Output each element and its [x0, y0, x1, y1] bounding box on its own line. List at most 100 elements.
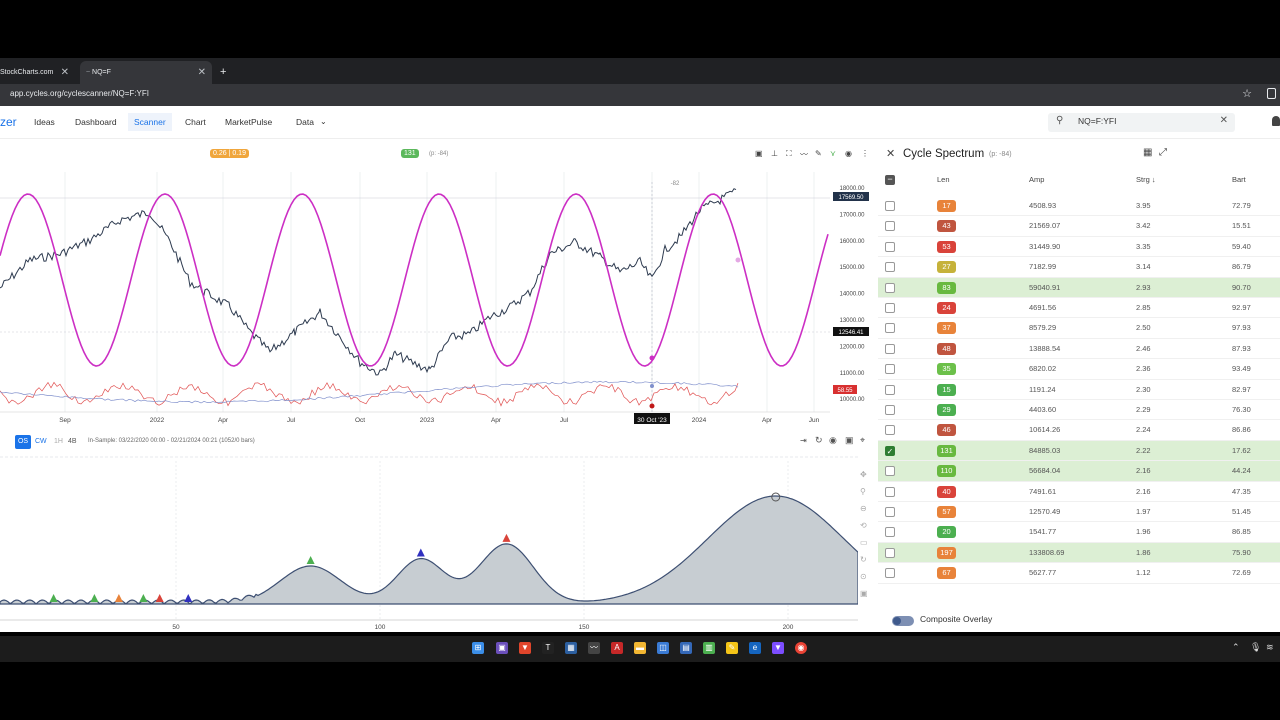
- reset-icon[interactable]: ⟲: [860, 517, 874, 534]
- row-checkbox[interactable]: [885, 282, 895, 293]
- table-row[interactable]: 46 10614.26 2.24 86.86: [878, 420, 1280, 441]
- document-icon[interactable]: ▥: [703, 642, 715, 654]
- refresh-icon[interactable]: ↻: [815, 435, 823, 446]
- cycle-peak-marker[interactable]: [139, 594, 148, 602]
- row-checkbox[interactable]: [885, 201, 895, 211]
- wifi-icon[interactable]: ≋: [1266, 642, 1274, 653]
- tab-nq[interactable]: ~ NQ=F ✕: [80, 61, 212, 84]
- tradingview-icon[interactable]: T: [542, 642, 554, 654]
- crosshair-icon[interactable]: ⊙: [860, 568, 874, 585]
- pdf-icon[interactable]: A: [611, 642, 623, 654]
- table-row[interactable]: 37 8579.29 2.50 97.93: [878, 318, 1280, 339]
- row-checkbox[interactable]: [885, 547, 895, 558]
- new-tab-button[interactable]: +: [220, 61, 226, 84]
- close-icon[interactable]: ✕: [61, 61, 69, 84]
- extension-icon[interactable]: [1267, 88, 1276, 99]
- row-checkbox[interactable]: [885, 405, 895, 415]
- collapse-icon[interactable]: ⇥: [800, 436, 807, 445]
- price-chart-panel[interactable]: 0.26 | 0.19 131 (p: -84) ▣ ⊥ ⛶ 〰 ✎ ⋎ ◉ ⋮…: [0, 142, 872, 430]
- table-row[interactable]: 110 56684.04 2.16 44.24: [878, 461, 1280, 482]
- target-icon[interactable]: ⌖: [860, 435, 865, 446]
- close-icon[interactable]: ✕: [886, 147, 895, 160]
- col-amp[interactable]: Amp: [1029, 175, 1044, 184]
- col-len[interactable]: Len: [937, 175, 950, 184]
- nav-scanner[interactable]: Scanner: [128, 113, 172, 131]
- table-row[interactable]: 53 31449.90 3.35 59.40: [878, 237, 1280, 258]
- symbol-search[interactable]: ⚲ ✕: [1048, 113, 1235, 132]
- calculator-icon[interactable]: ▤: [680, 642, 692, 654]
- chevron-up-icon[interactable]: ⌃: [1232, 642, 1240, 653]
- table-row[interactable]: 83 59040.91 2.93 90.70: [878, 277, 1280, 298]
- col-bart[interactable]: Bart: [1232, 175, 1246, 184]
- cw-button[interactable]: CW: [35, 438, 47, 445]
- rotate-icon[interactable]: ↻: [860, 551, 874, 568]
- 4b-button[interactable]: 4B: [68, 438, 77, 445]
- cycle-peak-marker[interactable]: [306, 555, 315, 564]
- spectrum-panel[interactable]: 50 100 150 200 ✥ ⚲ ⊖ ⟲ ▭ ↻ ⊙ ▣: [0, 456, 868, 631]
- table-row[interactable]: 15 1191.24 2.30 82.97: [878, 380, 1280, 400]
- move-icon[interactable]: ✥: [860, 466, 874, 483]
- row-checkbox[interactable]: [885, 507, 895, 517]
- row-checkbox[interactable]: ✓: [885, 445, 895, 456]
- brave-icon[interactable]: ▼: [519, 642, 531, 654]
- search-input[interactable]: [1078, 116, 1208, 126]
- table-icon[interactable]: ▦: [1143, 147, 1152, 158]
- row-checkbox[interactable]: [885, 425, 895, 436]
- row-checkbox[interactable]: [885, 568, 895, 579]
- table-row[interactable]: 57 12570.49 1.97 51.45: [878, 502, 1280, 523]
- eye-icon[interactable]: ◉: [829, 435, 837, 446]
- row-checkbox[interactable]: [885, 384, 895, 395]
- expand-icon[interactable]: ⤢: [1159, 147, 1167, 158]
- url-text[interactable]: app.cycles.org/cyclescanner/NQ=F:YFI: [10, 89, 149, 98]
- app-icon[interactable]: ▼: [772, 642, 784, 654]
- row-checkbox[interactable]: [885, 343, 895, 354]
- zoom-out-icon[interactable]: ⊖: [860, 500, 874, 517]
- folder-icon[interactable]: ▬: [634, 642, 646, 654]
- bookmark-star-icon[interactable]: ☆: [1242, 87, 1252, 100]
- cycle-peak-marker[interactable]: [90, 594, 99, 602]
- table-row[interactable]: 40 7491.61 2.16 47.35: [878, 482, 1280, 502]
- nav-data[interactable]: Data: [296, 117, 314, 127]
- nav-ideas[interactable]: Ideas: [34, 117, 55, 127]
- close-icon[interactable]: ✕: [198, 61, 206, 84]
- row-checkbox[interactable]: [885, 221, 895, 232]
- table-row[interactable]: 43 21569.07 3.42 15.51: [878, 216, 1280, 237]
- table-row[interactable]: 35 6820.02 2.36 93.49: [878, 359, 1280, 380]
- nav-chart[interactable]: Chart: [185, 117, 206, 127]
- table-row[interactable]: ✓ 131 84885.03 2.22 17.62: [878, 440, 1280, 462]
- row-checkbox[interactable]: [885, 466, 895, 477]
- address-bar[interactable]: app.cycles.org/cyclescanner/NQ=F:YFI ☆: [0, 84, 1280, 106]
- row-checkbox[interactable]: [885, 303, 895, 313]
- table-row[interactable]: 197 133808.69 1.86 75.90: [878, 542, 1280, 564]
- select-all-checkbox[interactable]: −: [885, 175, 895, 185]
- table-row[interactable]: 27 7182.99 3.14 86.79: [878, 257, 1280, 278]
- edge-icon[interactable]: e: [749, 642, 761, 654]
- 1h-button[interactable]: 1H: [54, 438, 63, 445]
- save-icon[interactable]: ▣: [860, 585, 874, 602]
- cycle-peak-marker[interactable]: [184, 593, 193, 602]
- row-checkbox[interactable]: [885, 364, 895, 375]
- os-button[interactable]: OS: [15, 435, 31, 449]
- zoom-icon[interactable]: ⚲: [860, 483, 874, 500]
- microphone-icon[interactable]: 🎙: [1250, 642, 1261, 653]
- notes-icon[interactable]: ✎: [726, 642, 738, 654]
- row-checkbox[interactable]: [885, 262, 895, 273]
- app-icon[interactable]: ◫: [657, 642, 669, 654]
- cycle-peak-marker[interactable]: [49, 594, 58, 602]
- windows-start-icon[interactable]: ⊞: [472, 642, 484, 654]
- chrome-icon[interactable]: ◉: [795, 642, 807, 654]
- table-row[interactable]: 17 4508.93 3.95 72.79: [878, 196, 1280, 217]
- cycle-peak-marker[interactable]: [155, 593, 164, 602]
- composite-overlay-toggle[interactable]: [892, 616, 914, 626]
- chart-app-icon[interactable]: 〰: [588, 642, 600, 654]
- tab-stockcharts[interactable]: StockCharts.com ✕: [0, 61, 75, 84]
- app-icon[interactable]: ▦: [565, 642, 577, 654]
- cycle-peak-marker[interactable]: [502, 533, 511, 542]
- chevron-down-icon[interactable]: ⌄: [320, 117, 327, 126]
- row-checkbox[interactable]: [885, 527, 895, 538]
- row-checkbox[interactable]: [885, 486, 895, 497]
- table-row[interactable]: 20 1541.77 1.96 86.85: [878, 522, 1280, 543]
- layout-icon[interactable]: ▣: [845, 435, 854, 446]
- clear-icon[interactable]: ✕: [1220, 115, 1228, 126]
- nav-marketpulse[interactable]: MarketPulse: [225, 117, 272, 127]
